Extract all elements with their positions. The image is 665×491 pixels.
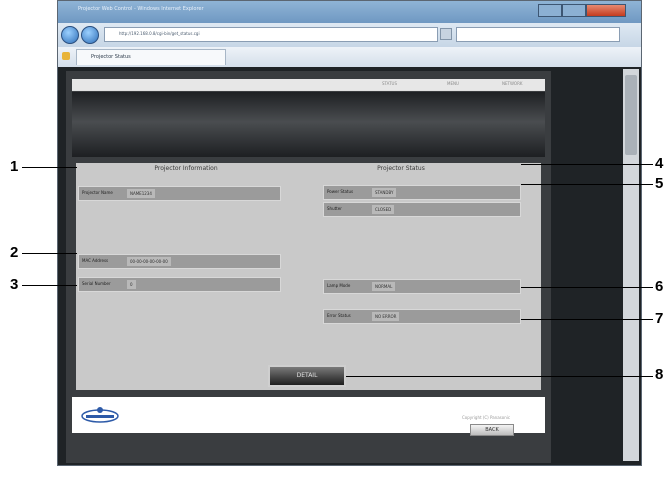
callout-2: 2: [10, 244, 19, 261]
manufacturer-logo: [81, 407, 119, 423]
copyright-text: Copyright (C) Panasonic: [462, 415, 511, 420]
header-link-menu[interactable]: MENU: [447, 81, 459, 86]
mac-address-label: MAC Address: [82, 258, 109, 263]
favorites-star-icon[interactable]: [62, 52, 70, 60]
power-status-value: STANDBY: [372, 188, 397, 197]
shutter-field: Shutter CLOSED: [323, 202, 521, 217]
callout-line-1: [22, 167, 77, 168]
url-input[interactable]: http://192.168.0.8/cgi-bin/get_status.cg…: [104, 27, 438, 42]
callout-5: 5: [655, 175, 664, 192]
projector-name-value: NAME1234: [127, 189, 155, 198]
minimize-button[interactable]: [538, 4, 562, 17]
search-input[interactable]: [456, 27, 620, 42]
window-title: Projector Web Control - Windows Internet…: [78, 6, 204, 12]
header-link-network[interactable]: NETWORK: [502, 81, 522, 86]
callout-4: 4: [655, 155, 664, 172]
callout-8: 8: [655, 366, 664, 383]
lamp-mode-field: Lamp Mode NORMAL: [323, 279, 521, 294]
power-status-field: Power Status STANDBY: [323, 185, 521, 200]
lamp-mode-label: Lamp Mode: [327, 283, 351, 288]
page-header: STATUS MENU NETWORK: [72, 79, 545, 157]
callout-line-6: [521, 287, 653, 288]
callout-6: 6: [655, 278, 664, 295]
back-button[interactable]: BACK: [470, 424, 514, 436]
error-status-label: Error Status: [327, 313, 351, 318]
header-link-status[interactable]: STATUS: [382, 81, 397, 86]
callout-line-2: [22, 253, 77, 254]
tab-bar: Projector Status: [58, 47, 641, 67]
callout-1: 1: [10, 158, 19, 175]
title-bar: Projector Web Control - Windows Internet…: [58, 1, 641, 23]
web-page: STATUS MENU NETWORK Projector Informatio…: [66, 71, 551, 463]
shutter-value: CLOSED: [372, 205, 395, 214]
serial-number-value: 0: [127, 280, 136, 289]
address-bar: http://192.168.0.8/cgi-bin/get_status.cg…: [58, 23, 641, 47]
projector-name-field: Projector Name NAME1234: [78, 186, 281, 201]
callout-line-3: [22, 285, 77, 286]
callout-line-7: [521, 319, 653, 320]
callout-line-8: [346, 376, 653, 377]
tab-title: Projector Status: [91, 54, 131, 60]
detail-button[interactable]: DETAIL: [268, 365, 346, 387]
close-button[interactable]: [586, 4, 626, 17]
callout-line-5: [521, 184, 653, 185]
scrollbar-thumb[interactable]: [625, 75, 637, 155]
callout-7: 7: [655, 310, 664, 327]
lamp-mode-value: NORMAL: [372, 282, 396, 291]
callout-line-4: [521, 164, 653, 165]
mac-address-field: MAC Address 00-00-00-00-00-00: [78, 254, 281, 269]
callout-3: 3: [10, 276, 19, 293]
power-status-label: Power Status: [327, 189, 354, 194]
serial-number-field: Serial Number 0: [78, 277, 281, 292]
mac-address-value: 00-00-00-00-00-00: [127, 257, 171, 266]
projector-status-title: Projector Status: [377, 165, 425, 172]
back-nav-icon[interactable]: [61, 26, 79, 44]
serial-number-label: Serial Number: [82, 281, 111, 286]
projector-name-label: Projector Name: [82, 190, 113, 195]
maximize-button[interactable]: [562, 4, 586, 17]
tab-projector-status[interactable]: Projector Status: [76, 49, 226, 65]
browser-window: Projector Web Control - Windows Internet…: [57, 0, 642, 466]
error-status-field: Error Status NO ERROR: [323, 309, 521, 324]
projector-information-title: Projector Information: [154, 165, 218, 172]
error-status-value: NO ERROR: [372, 312, 400, 321]
refresh-icon[interactable]: [440, 28, 452, 40]
shutter-label: Shutter: [327, 206, 342, 211]
scrollbar[interactable]: [623, 69, 639, 461]
forward-nav-icon[interactable]: [81, 26, 99, 44]
url-text: http://192.168.0.8/cgi-bin/get_status.cg…: [119, 31, 200, 36]
content-panel: Projector Information Projector Status P…: [76, 163, 541, 390]
